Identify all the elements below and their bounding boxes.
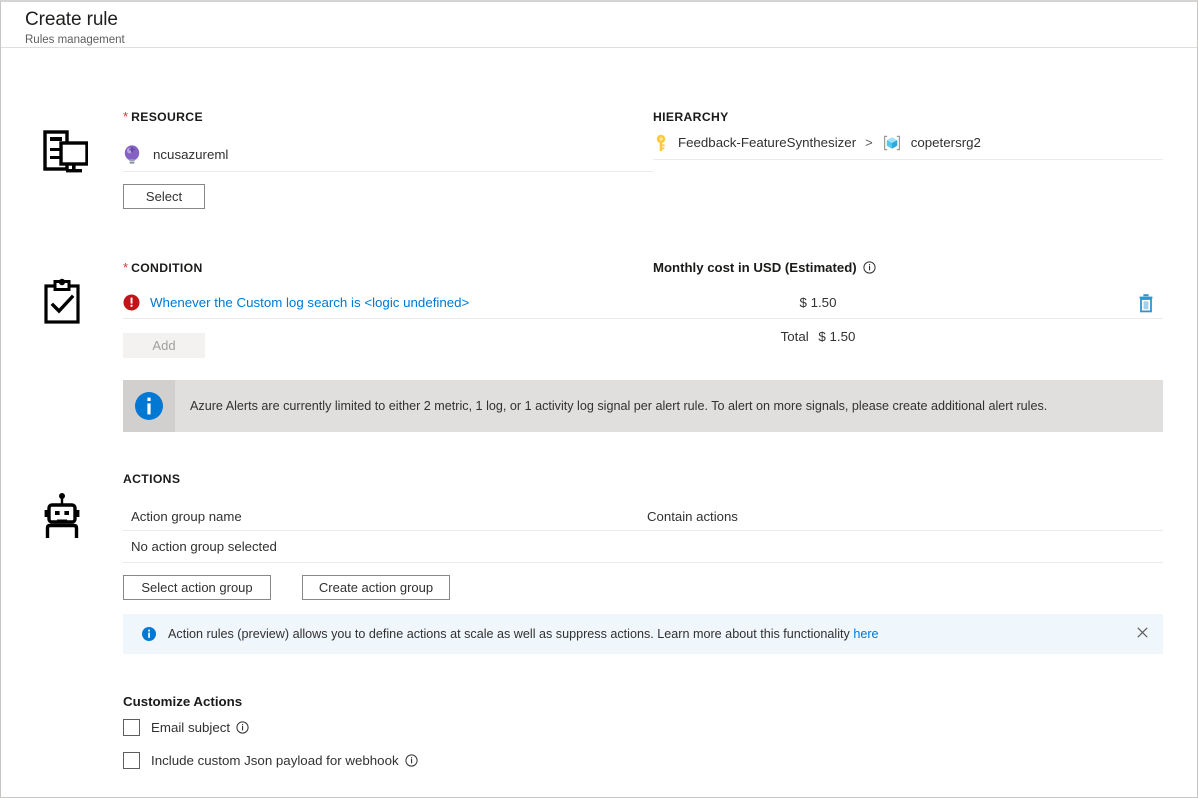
monthly-cost-header-text: Monthly cost in USD (Estimated)	[653, 260, 857, 275]
robot-icon	[36, 490, 88, 542]
clipboard-check-icon	[36, 277, 88, 329]
resource-label-wrap: *RESOURCE	[123, 108, 653, 126]
condition-label: CONDITION	[131, 261, 203, 275]
resource-row[interactable]: ncusazureml	[123, 138, 653, 172]
total-cost: Total $ 1.50	[653, 329, 983, 344]
resource-content: *RESOURCE HIERARCHY	[123, 108, 1197, 209]
hierarchy-breadcrumb: Feedback-FeatureSynthesizer > copetersrg…	[653, 126, 1163, 160]
cost-cells: $ 1.50	[653, 277, 1163, 358]
resource-section-rail	[1, 108, 123, 209]
azure-ml-workspace-icon	[123, 145, 141, 165]
action-rules-preview-banner: Action rules (preview) allows you to def…	[123, 614, 1163, 654]
hierarchy-value-cell: Feedback-FeatureSynthesizer > copetersrg…	[653, 126, 1163, 209]
total-row: Total $ 1.50	[653, 321, 1163, 351]
action-rules-preview-message: Action rules (preview) allows you to def…	[168, 627, 853, 641]
hierarchy-label: HIERARCHY	[653, 110, 729, 124]
error-circle-icon	[123, 294, 140, 311]
info-circle-icon	[141, 626, 157, 642]
condition-row[interactable]: Whenever the Custom log search is <logic…	[123, 287, 653, 319]
key-icon	[653, 134, 669, 152]
condition-rows: Whenever the Custom log search is <logic…	[123, 277, 653, 358]
select-resource-button[interactable]: Select	[123, 184, 205, 209]
cost-header-wrap: Monthly cost in USD (Estimated)	[653, 259, 1163, 277]
required-asterisk: *	[123, 109, 128, 124]
condition-section-rail	[1, 259, 123, 432]
create-rule-blade: Create rule Rules management	[0, 0, 1198, 798]
condition-labels: *CONDITION Monthly cost in USD (Estimate…	[123, 259, 1163, 277]
action-group-empty-row: No action group selected	[123, 531, 1163, 563]
create-action-group-button[interactable]: Create action group	[302, 575, 450, 600]
email-subject-label-text: Email subject	[151, 720, 230, 735]
page-title: Create rule	[25, 8, 1197, 32]
alerts-limit-banner: Azure Alerts are currently limited to ei…	[123, 380, 1163, 432]
condition-section: *CONDITION Monthly cost in USD (Estimate…	[1, 209, 1197, 432]
trash-icon[interactable]	[1137, 293, 1155, 318]
action-rules-preview-text: Action rules (preview) allows you to def…	[168, 627, 879, 641]
json-payload-label: Include custom Json payload for webhook	[151, 753, 418, 768]
blade-body: *RESOURCE HIERARCHY	[1, 48, 1197, 769]
breadcrumb-separator: >	[865, 135, 873, 150]
resource-label: RESOURCE	[131, 110, 203, 124]
action-group-table-header: Action group name Contain actions	[123, 502, 1163, 531]
condition-cost-row: $ 1.50	[653, 287, 1163, 319]
json-payload-label-text: Include custom Json payload for webhook	[151, 753, 399, 768]
info-circle-icon[interactable]	[863, 261, 876, 274]
info-circle-icon	[132, 389, 166, 423]
resource-group-name: copetersrg2	[911, 135, 981, 150]
customize-actions-title: Customize Actions	[123, 694, 1163, 709]
actions-section: ACTIONS Action group name Contain action…	[1, 432, 1197, 769]
email-subject-label: Email subject	[151, 720, 249, 735]
condition-label-wrap: *CONDITION	[123, 259, 653, 277]
alerts-limit-banner-text: Azure Alerts are currently limited to ei…	[175, 380, 1047, 432]
total-label: Total	[781, 329, 809, 344]
resource-values-row: ncusazureml Select	[123, 126, 1163, 209]
server-monitor-icon	[36, 126, 88, 178]
actions-label: ACTIONS	[123, 472, 1163, 486]
banner-icon-box	[123, 380, 175, 432]
select-button-wrap: Select	[123, 184, 653, 209]
resource-value-cell: ncusazureml Select	[123, 126, 653, 209]
action-group-buttons: Select action group Create action group	[123, 575, 1163, 600]
json-payload-checkbox-row[interactable]: Include custom Json payload for webhook	[123, 752, 1163, 769]
column-header-contain-actions: Contain actions	[647, 509, 1163, 524]
add-condition-wrap: Add	[123, 333, 653, 358]
info-circle-icon[interactable]	[236, 721, 249, 734]
condition-content: *CONDITION Monthly cost in USD (Estimate…	[123, 259, 1197, 432]
email-subject-checkbox-row[interactable]: Email subject	[123, 719, 1163, 736]
hierarchy-label-wrap: HIERARCHY	[653, 108, 1163, 126]
select-action-group-button[interactable]: Select action group	[123, 575, 271, 600]
column-header-action-group-name: Action group name	[123, 509, 647, 524]
page-subtitle: Rules management	[25, 33, 1197, 47]
info-circle-icon[interactable]	[405, 754, 418, 767]
monthly-cost-header: Monthly cost in USD (Estimated)	[653, 260, 876, 275]
resource-labels: *RESOURCE HIERARCHY	[123, 108, 1163, 126]
resource-name: ncusazureml	[153, 147, 228, 162]
total-value: $ 1.50	[818, 329, 855, 344]
email-subject-checkbox[interactable]	[123, 719, 140, 736]
subscription-name: Feedback-FeatureSynthesizer	[678, 135, 856, 150]
add-condition-button[interactable]: Add	[123, 333, 205, 358]
required-asterisk: *	[123, 260, 128, 275]
learn-more-link[interactable]: here	[853, 627, 878, 641]
condition-cost-value: $ 1.50	[653, 295, 983, 310]
condition-values-row: Whenever the Custom log search is <logic…	[123, 277, 1163, 358]
actions-section-rail	[1, 472, 123, 769]
condition-text[interactable]: Whenever the Custom log search is <logic…	[150, 295, 469, 310]
action-group-empty-text: No action group selected	[123, 539, 647, 554]
close-icon[interactable]	[1133, 623, 1151, 641]
json-payload-checkbox[interactable]	[123, 752, 140, 769]
blade-header: Create rule Rules management	[1, 2, 1197, 48]
resource-section: *RESOURCE HIERARCHY	[1, 48, 1197, 209]
actions-content: ACTIONS Action group name Contain action…	[123, 472, 1197, 769]
resource-group-cube-icon	[882, 134, 902, 152]
